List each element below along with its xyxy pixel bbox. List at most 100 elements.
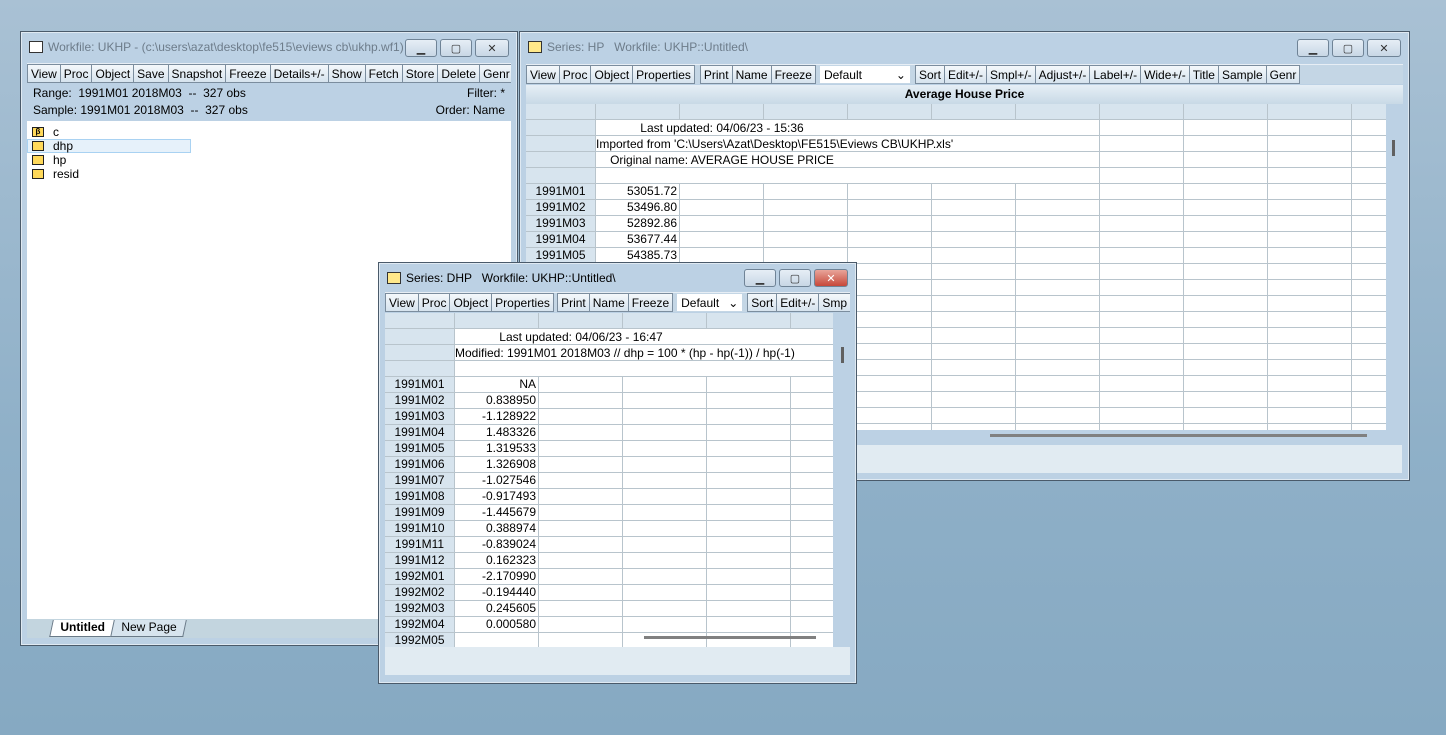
cell[interactable] [707, 601, 791, 617]
cell[interactable] [848, 168, 932, 184]
cell[interactable] [1268, 264, 1352, 280]
maximize-button[interactable]: ▢ [440, 39, 472, 57]
cell[interactable] [1100, 200, 1184, 216]
cell[interactable] [1268, 232, 1352, 248]
cell[interactable] [932, 200, 1016, 216]
cell[interactable] [1184, 296, 1268, 312]
page-tab[interactable]: New Page [109, 620, 187, 637]
row-date-label[interactable]: 1991M01 [526, 184, 596, 200]
cell[interactable] [791, 329, 833, 345]
cell[interactable] [848, 216, 932, 232]
cell[interactable] [539, 537, 623, 553]
cell[interactable] [848, 328, 932, 344]
print-button[interactable]: Print [699, 65, 733, 84]
cell[interactable] [1100, 168, 1184, 184]
cell[interactable] [791, 601, 833, 617]
cell[interactable] [791, 617, 833, 633]
cell[interactable] [1100, 408, 1184, 424]
cell[interactable] [1268, 152, 1352, 168]
cell[interactable] [1016, 248, 1100, 264]
cell[interactable] [1184, 232, 1268, 248]
view-button[interactable]: View [385, 293, 419, 312]
row-label[interactable] [385, 345, 455, 361]
cell[interactable] [848, 264, 932, 280]
minimize-button[interactable]: ▁ [744, 269, 776, 287]
cell[interactable] [1016, 264, 1100, 280]
vertical-scrollbar[interactable] [1392, 140, 1395, 156]
cell[interactable] [623, 569, 707, 585]
cell[interactable] [932, 424, 1016, 430]
row-value[interactable]: 0.245605 [455, 601, 539, 617]
row-value[interactable]: 53677.44 [596, 232, 680, 248]
row-value[interactable]: -0.839024 [455, 537, 539, 553]
snapshot-button[interactable]: Snapshot [167, 64, 227, 83]
cell[interactable] [707, 489, 791, 505]
proc-button[interactable]: Proc [59, 64, 93, 83]
edit-button[interactable]: Edit+/- [776, 293, 820, 312]
cell[interactable] [1352, 168, 1386, 184]
cell[interactable] [1352, 328, 1386, 344]
cell[interactable] [1352, 264, 1386, 280]
row-date-label[interactable]: 1991M12 [385, 553, 455, 569]
cell[interactable] [764, 168, 848, 184]
cell[interactable] [932, 312, 1016, 328]
cell[interactable] [1268, 408, 1352, 424]
object-item-c[interactable]: βc [27, 125, 191, 139]
proc-button[interactable]: Proc [558, 65, 592, 84]
cell[interactable] [1016, 408, 1100, 424]
cell[interactable] [1268, 312, 1352, 328]
cell[interactable] [707, 505, 791, 521]
cell[interactable] [1100, 312, 1184, 328]
cell[interactable] [1268, 344, 1352, 360]
cell[interactable] [539, 313, 623, 329]
cell[interactable] [539, 361, 623, 377]
cell[interactable] [1016, 312, 1100, 328]
cell[interactable] [791, 569, 833, 585]
cell[interactable] [539, 393, 623, 409]
cell[interactable] [680, 104, 764, 120]
horizontal-scrollbar[interactable] [644, 636, 816, 639]
cell[interactable] [1016, 360, 1100, 376]
row-value[interactable]: 0.838950 [455, 393, 539, 409]
row-label[interactable] [526, 152, 596, 168]
cell[interactable] [539, 601, 623, 617]
row-date-label[interactable]: 1991M02 [526, 200, 596, 216]
cell[interactable] [791, 585, 833, 601]
cell[interactable] [539, 505, 623, 521]
row-date-label[interactable]: 1991M08 [385, 489, 455, 505]
cell[interactable] [539, 617, 623, 633]
row-date-label[interactable]: 1992M01 [385, 569, 455, 585]
cell[interactable] [1352, 360, 1386, 376]
cell[interactable] [623, 425, 707, 441]
cell[interactable] [1352, 232, 1386, 248]
row-label[interactable] [526, 120, 596, 136]
cell[interactable] [1268, 328, 1352, 344]
cell[interactable] [848, 376, 932, 392]
maximize-button[interactable]: ▢ [779, 269, 811, 287]
genr-button[interactable]: Genr [479, 64, 511, 83]
close-button[interactable]: ✕ [1367, 39, 1401, 57]
cell[interactable] [623, 361, 707, 377]
cell[interactable] [848, 248, 932, 264]
row-date-label[interactable]: 1991M02 [385, 393, 455, 409]
cell[interactable] [1016, 344, 1100, 360]
cell[interactable] [680, 216, 764, 232]
cell[interactable] [623, 585, 707, 601]
cell[interactable] [623, 313, 707, 329]
view-mode-dropdown[interactable]: Default ⌄ [676, 293, 744, 312]
cell[interactable] [539, 425, 623, 441]
cell[interactable] [596, 168, 680, 184]
cell[interactable] [1016, 152, 1100, 168]
cell[interactable] [848, 408, 932, 424]
cell[interactable] [848, 280, 932, 296]
order-label[interactable]: Order: Name [436, 103, 505, 117]
details-button[interactable]: Details+/- [269, 64, 329, 83]
row-value[interactable]: 53051.72 [596, 184, 680, 200]
cell[interactable] [1268, 216, 1352, 232]
cell[interactable] [1268, 184, 1352, 200]
cell[interactable] [1016, 232, 1100, 248]
cell[interactable] [791, 425, 833, 441]
cell[interactable] [1016, 376, 1100, 392]
cell[interactable] [791, 521, 833, 537]
cell[interactable] [707, 473, 791, 489]
